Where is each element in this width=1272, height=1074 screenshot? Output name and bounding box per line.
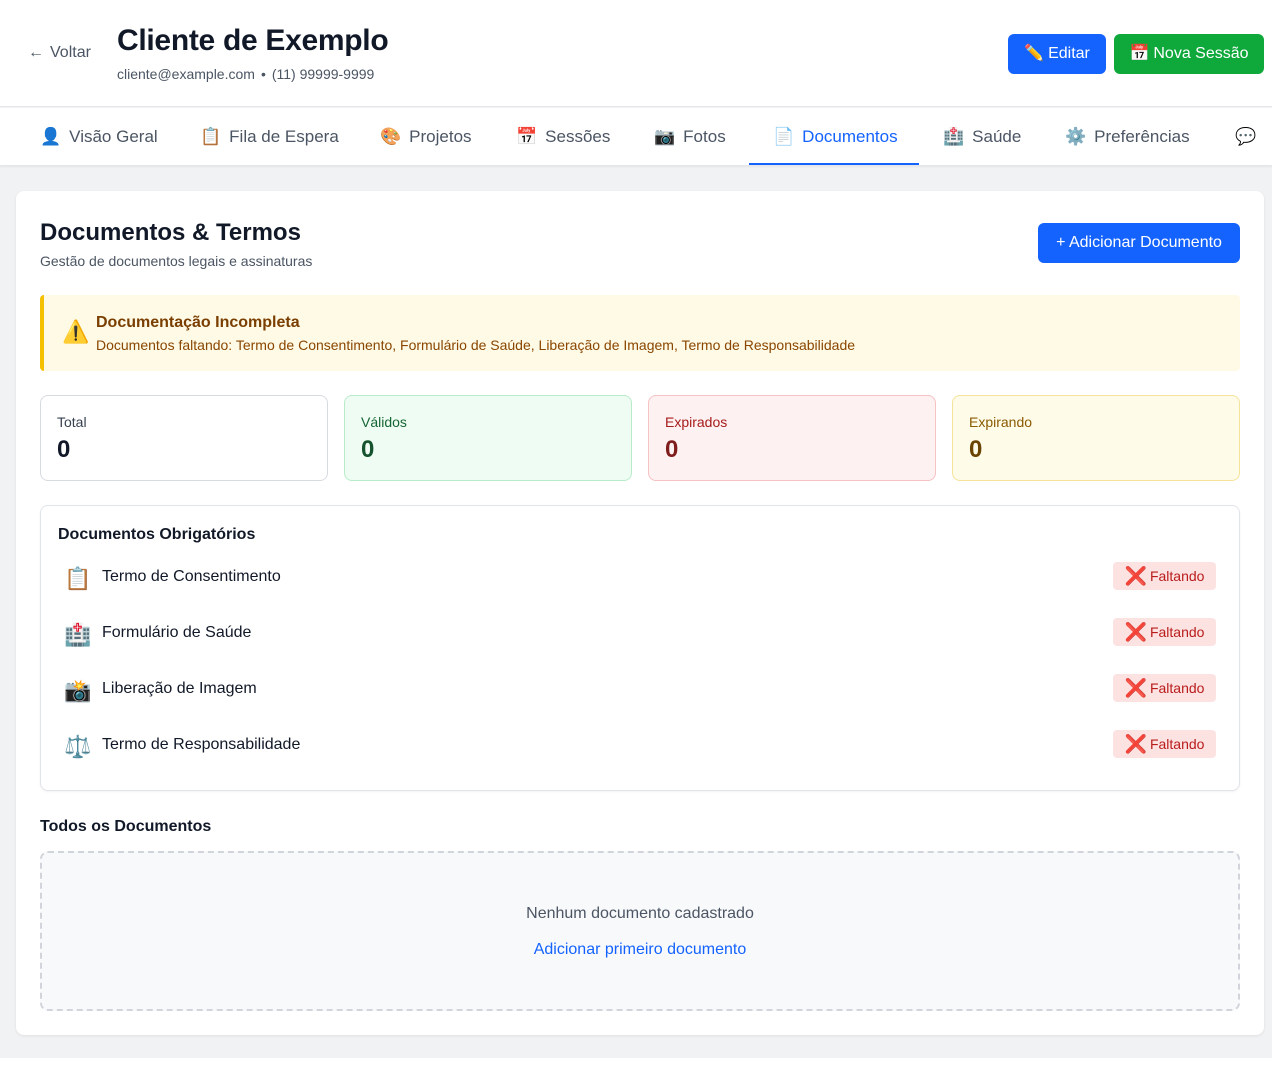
client-email: cliente@example.com [117,66,255,82]
status-text: Faltando [1149,736,1205,752]
tab-messages[interactable]: 💬 [1235,108,1264,165]
status-badge: ❌ Faltando [1113,618,1216,646]
back-link[interactable]: ← Voltar [28,44,91,62]
tab-label: Fila de Espera [229,127,339,146]
status-badge: ❌ Faltando [1113,562,1216,590]
tab-waitlist[interactable]: 📋 Fila de Espera [200,108,339,165]
required-documents-box: Documentos Obrigatórios 📋 Termo de Conse… [40,505,1240,791]
status-badge: ❌ Faltando [1113,730,1216,758]
stat-label: Total [57,414,87,430]
stat-label: Válidos [361,414,407,430]
required-document-row: ⚖️ Termo de Responsabilidade ❌ Faltando [64,726,1219,766]
new-session-label: Nova Sessão [1153,45,1249,62]
clipboard-icon: 📋 [200,127,222,146]
status-text: Faltando [1149,568,1205,584]
add-first-document-link[interactable]: Adicionar primeiro documento [42,941,1238,959]
tab-label: Sessões [545,127,611,146]
page-footer-strip [0,1058,1272,1074]
scales-icon: ⚖️ [64,734,92,759]
tab-label: Visão Geral [69,127,158,146]
cross-icon: ❌ [1124,678,1147,698]
client-phone: (11) 99999-9999 [271,66,375,82]
required-document-name: Termo de Responsabilidade [102,736,301,753]
required-document-name: Liberação de Imagem [102,680,257,697]
tab-label: Preferências [1094,127,1190,146]
client-contact: cliente@example.com • (11) 99999-9999 [117,66,374,82]
warning-icon: ⚠️ [62,319,90,344]
tab-overview[interactable]: 👤 Visão Geral [40,108,158,165]
cross-icon: ❌ [1124,622,1147,642]
tab-projects[interactable]: 🎨 Projetos [380,108,472,165]
user-icon: 👤 [40,127,62,146]
tab-health[interactable]: 🏥 Saúde [943,108,1022,165]
tab-label: Fotos [683,127,726,146]
required-documents-title: Documentos Obrigatórios [58,526,256,543]
stat-label: Expirando [969,414,1033,430]
palette-icon: 🎨 [380,127,402,146]
required-document-row: 🏥 Formulário de Saúde ❌ Faltando [64,614,1219,654]
stat-value: 0 [57,436,71,463]
camera-icon: 📷 [654,127,676,146]
tab-label: Saúde [972,127,1022,146]
camera-flash-icon: 📸 [64,678,92,703]
alert-text: Documentos faltando: Termo de Consentime… [96,337,856,353]
required-document-row: 📋 Termo de Consentimento ❌ Faltando [64,558,1219,598]
tab-preferences[interactable]: ⚙️ Preferências [1065,108,1190,165]
clipboard-icon: 📋 [64,566,92,591]
stat-label: Expirados [665,414,728,430]
required-document-name: Formulário de Saúde [102,624,252,641]
document-icon: 📄 [773,127,795,146]
stat-card-total: Total 0 [40,395,328,481]
required-document-row: 📸 Liberação de Imagem ❌ Faltando [64,670,1219,710]
stat-value: 0 [361,436,375,463]
hospital-icon: 🏥 [943,127,965,146]
empty-documents-state: Nenhum documento cadastrado Adicionar pr… [40,851,1240,1011]
status-text: Faltando [1149,624,1205,640]
stat-card-expiring: Expirando 0 [952,395,1240,481]
all-documents-title: Todos os Documentos [40,818,212,835]
speech-bubble-icon: 💬 [1235,127,1257,146]
tab-photos[interactable]: 📷 Fotos [654,108,726,165]
client-header: ← Voltar Cliente de Exemplo cliente@exam… [0,0,1272,107]
tab-bar: 👤 Visão Geral 📋 Fila de Espera 🎨 Projeto… [0,108,1272,166]
stat-value: 0 [665,436,679,463]
cross-icon: ❌ [1124,566,1147,586]
edit-label: Editar [1048,45,1090,62]
status-text: Faltando [1149,680,1205,696]
calendar-icon: 📅 [516,127,538,146]
active-tab-indicator [749,163,919,165]
arrow-left-icon: ← [28,44,44,61]
tab-label: Documentos [802,127,898,146]
stat-card-valid: Válidos 0 [344,395,632,481]
stat-card-expired: Expirados 0 [648,395,936,481]
gear-icon: ⚙️ [1065,127,1087,146]
back-label: Voltar [50,44,91,61]
documents-panel: Documentos & Termos Gestão de documentos… [16,191,1264,1035]
edit-button[interactable]: ✏️ Editar [1008,34,1106,74]
add-document-button[interactable]: + Adicionar Documento [1038,223,1240,263]
cross-icon: ❌ [1124,734,1147,754]
client-name: Cliente de Exemplo [117,24,389,57]
contact-separator: • [260,66,266,82]
hospital-icon: 🏥 [64,622,92,647]
required-document-name: Termo de Consentimento [102,568,281,585]
tab-sessions[interactable]: 📅 Sessões [516,108,611,165]
page-subtitle: Gestão de documentos legais e assinatura… [40,253,313,269]
tab-documents[interactable]: 📄 Documentos [773,108,898,165]
calendar-icon: 📅 [1129,45,1150,62]
incomplete-docs-alert: ⚠️ Documentação Incompleta Documentos fa… [40,295,1240,371]
new-session-button[interactable]: 📅 Nova Sessão [1114,34,1264,74]
empty-state-text: Nenhum documento cadastrado [526,905,754,922]
alert-title: Documentação Incompleta [96,314,300,331]
status-badge: ❌ Faltando [1113,674,1216,702]
tab-label: Projetos [409,127,472,146]
page-title: Documentos & Termos [40,219,301,246]
stat-value: 0 [969,436,983,463]
pencil-icon: ✏️ [1024,45,1045,62]
